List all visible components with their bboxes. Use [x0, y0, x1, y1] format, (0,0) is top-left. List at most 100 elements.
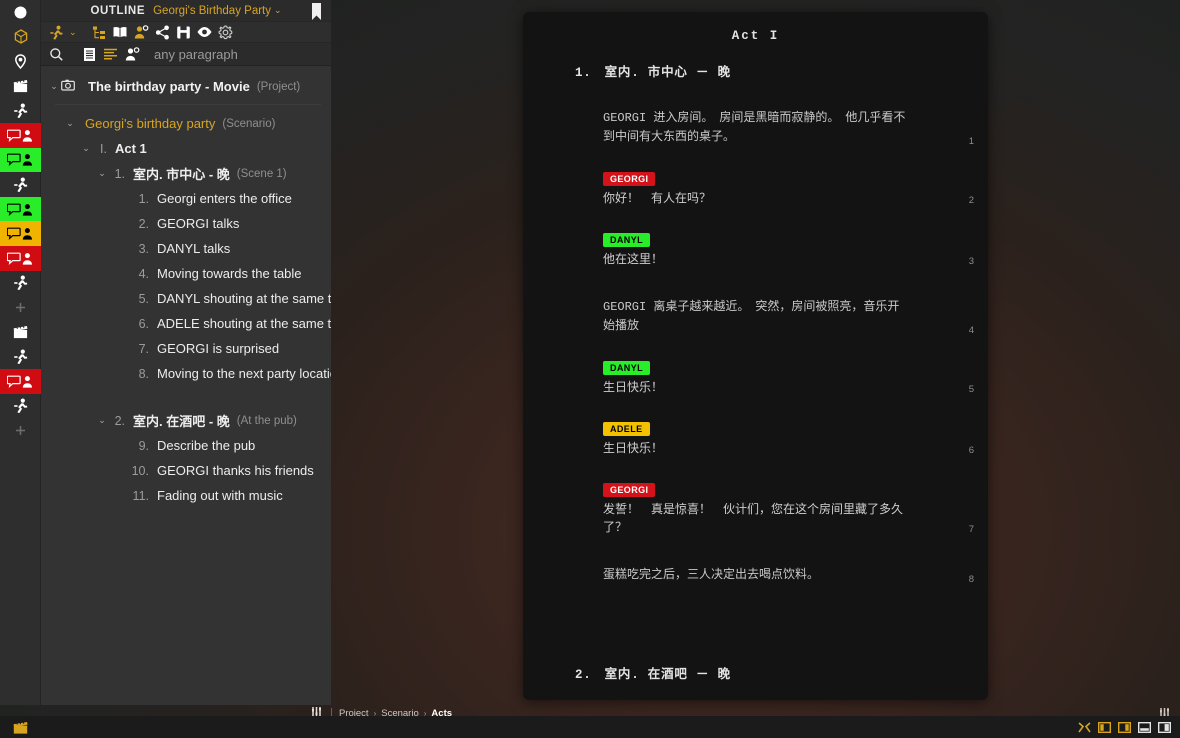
dialogue-character-icon	[7, 129, 34, 142]
gear-icon[interactable]	[215, 22, 236, 42]
split-bottom-icon[interactable]	[1138, 721, 1151, 733]
script-line-number: 3	[968, 256, 974, 267]
tree-item-beat-15[interactable]: 11. Fading out with music	[41, 483, 331, 508]
tree-item-project-0[interactable]: ⌄ The birthday party - Movie (Project)	[41, 74, 331, 99]
script-dialogue-text: 发誓！ 真是惊喜！ 伙计们，您在这个房间里藏了多久了？	[603, 503, 904, 535]
strip-cube-icon-1[interactable]	[0, 25, 41, 50]
script-block-action-4[interactable]: GEORGI 离桌子越来越近。 突然，房间被照亮，音乐开始播放 4	[523, 298, 988, 336]
script-character-tag[interactable]: GEORGI	[603, 483, 656, 497]
tree-item-number: 10.	[131, 463, 149, 478]
script-scene-heading: 1. 室内. 市中心 － 晚	[561, 61, 950, 80]
split-right-icon[interactable]	[1118, 721, 1131, 733]
script-block-action-8[interactable]: 蛋糕吃完之后，三人决定出去喝点饮料。 8	[523, 566, 988, 585]
strip-runner-icon-11[interactable]	[0, 271, 41, 296]
outline-panel: OUTLINE Georgi's Birthday Party ⌄ ⌄ any …	[41, 0, 331, 705]
strip-dialogue-character-icon-15[interactable]	[0, 368, 41, 394]
eye-icon[interactable]	[194, 22, 215, 42]
tree-item-label: 室内. 市中心 - 晚	[133, 167, 230, 182]
script-block-dialogue-7[interactable]: GEORGI 发誓！ 真是惊喜！ 伙计们，您在这个房间里藏了多久了？ 7	[523, 480, 988, 537]
search-icon[interactable]	[46, 44, 67, 64]
strip-location-pin-icon-2[interactable]	[0, 49, 41, 74]
script-block-scene-9[interactable]: 2. 室内. 在酒吧 － 晚	[523, 663, 988, 682]
tree-item-scene-12[interactable]: ⌄ 2. 室内. 在酒吧 - 晚 (At the pub)	[41, 408, 331, 433]
lines-icon[interactable]	[100, 44, 121, 64]
chevron-down-icon[interactable]: ⌄	[47, 81, 61, 92]
tree-item-beat-5[interactable]: 2. GEORGI talks	[41, 211, 331, 236]
strip-plus-icon-12[interactable]	[0, 295, 41, 320]
strip-plus-icon-17[interactable]	[0, 418, 41, 443]
script-dialogue-text: 生日快乐！	[603, 442, 664, 456]
tree-item-number: 1.	[138, 191, 149, 206]
strip-clapperboard-icon-3[interactable]	[0, 74, 41, 99]
tree-item-number: 5.	[138, 291, 149, 306]
script-line-number: 6	[968, 445, 974, 456]
tree-item-beat-10[interactable]: 7. GEORGI is surprised	[41, 336, 331, 361]
script-block-scene-0[interactable]: 1. 室内. 市中心 － 晚	[523, 61, 988, 80]
status-bar	[0, 716, 1180, 738]
script-scene-text: 室内. 市中心 － 晚	[604, 66, 731, 80]
chevron-down-icon[interactable]: ⌄	[95, 168, 109, 179]
character-filter-icon[interactable]	[121, 44, 142, 64]
strip-clapperboard-icon-13[interactable]	[0, 320, 41, 345]
tree-item-beat-11[interactable]: 8. Moving to the next party location	[41, 361, 331, 386]
bookmark-icon[interactable]	[311, 2, 322, 26]
book-icon[interactable]	[110, 22, 131, 42]
tree-item-act-2[interactable]: ⌄ I. Act 1	[41, 136, 331, 161]
script-gap	[523, 537, 988, 553]
strip-circle-icon-0[interactable]	[0, 0, 41, 25]
strip-dialogue-character-icon-6[interactable]	[0, 147, 41, 173]
tree-item-beat-7[interactable]: 4. Moving towards the table	[41, 261, 331, 286]
strip-runner-icon-14[interactable]	[0, 344, 41, 369]
strip-dialogue-character-icon-5[interactable]	[0, 122, 41, 148]
split-left-icon[interactable]	[1098, 721, 1111, 733]
script-character-tag[interactable]: DANYL	[603, 233, 650, 247]
outline-filter-bar[interactable]: any paragraph	[41, 43, 331, 66]
tree-item-number: 3.	[138, 241, 149, 256]
strip-dialogue-character-icon-10[interactable]	[0, 245, 41, 271]
tree-item-number: 7.	[138, 341, 149, 356]
script-block-dialogue-2[interactable]: GEORGI 你好！ 有人在吗？ 2	[523, 169, 988, 208]
chevron-down-icon[interactable]: ⌄	[95, 415, 109, 426]
share-icon[interactable]	[152, 22, 173, 42]
strip-runner-icon-4[interactable]	[0, 98, 41, 123]
strip-dialogue-character-icon-8[interactable]	[0, 196, 41, 222]
runner-mode-button[interactable]	[45, 22, 66, 42]
runner-mode-chevron-icon[interactable]: ⌄	[69, 27, 77, 38]
strip-runner-icon-16[interactable]	[0, 394, 41, 419]
script-block-dialogue-3[interactable]: DANYL 他在这里！ 3	[523, 230, 988, 269]
script-preview-panel[interactable]: Act I 1. 室内. 市中心 － 晚 GEORGI 进入房间。 房间是黑暗而寂静…	[523, 12, 988, 700]
chevron-down-icon[interactable]: ⌄	[63, 118, 77, 129]
tree-item-beat-14[interactable]: 10. GEORGI thanks his friends	[41, 458, 331, 483]
tree-item-beat-4[interactable]: 1. Georgi enters the office	[41, 186, 331, 211]
tree-item-subtitle: (Scene 1)	[236, 167, 287, 180]
tree-item-label: Georgi's birthday party	[85, 116, 216, 131]
script-block-dialogue-5[interactable]: DANYL 生日快乐！ 5	[523, 358, 988, 397]
tree-item-beat-8[interactable]: 5. DANYL shouting at the same time	[41, 286, 331, 311]
split-side-icon[interactable]	[1158, 721, 1171, 733]
fullscreen-icon[interactable]	[1078, 721, 1091, 733]
script-block-dialogue-6[interactable]: ADELE 生日快乐！ 6	[523, 419, 988, 458]
tree-item-beat-13[interactable]: 9. Describe the pub	[41, 433, 331, 458]
script-character-tag[interactable]: DANYL	[603, 361, 650, 375]
chevron-down-icon[interactable]: ⌄	[274, 5, 282, 16]
plus-icon	[15, 302, 26, 313]
character-add-icon[interactable]	[131, 22, 152, 42]
hierarchy-icon[interactable]	[89, 22, 110, 42]
clapperboard-icon[interactable]	[13, 720, 28, 734]
chevron-down-icon[interactable]: ⌄	[79, 143, 93, 154]
script-scene-text: 室内. 在酒吧 － 晚	[604, 668, 731, 682]
tree-item-scene-3[interactable]: ⌄ 1. 室内. 市中心 - 晚 (Scene 1)	[41, 161, 331, 186]
tree-item-beat-9[interactable]: 6. ADELE shouting at the same time	[41, 311, 331, 336]
script-block-action-1[interactable]: GEORGI 进入房间。 房间是黑暗而寂静的。 他几乎看不到中间有大东西的桌子。…	[523, 109, 988, 147]
script-character-tag[interactable]: GEORGI	[603, 172, 656, 186]
script-character-tag[interactable]: ADELE	[603, 422, 650, 436]
strip-dialogue-character-icon-9[interactable]	[0, 221, 41, 246]
document-icon[interactable]	[79, 44, 100, 64]
tree-item-scenario-1[interactable]: ⌄ Georgi's birthday party (Scenario)	[41, 111, 331, 136]
save-icon[interactable]	[173, 22, 194, 42]
outline-document-name[interactable]: Georgi's Birthday Party	[153, 5, 271, 17]
tree-item-beat-6[interactable]: 3. DANYL talks	[41, 236, 331, 261]
paragraph-filter-input[interactable]: any paragraph	[154, 47, 238, 62]
strip-runner-icon-7[interactable]	[0, 172, 41, 197]
